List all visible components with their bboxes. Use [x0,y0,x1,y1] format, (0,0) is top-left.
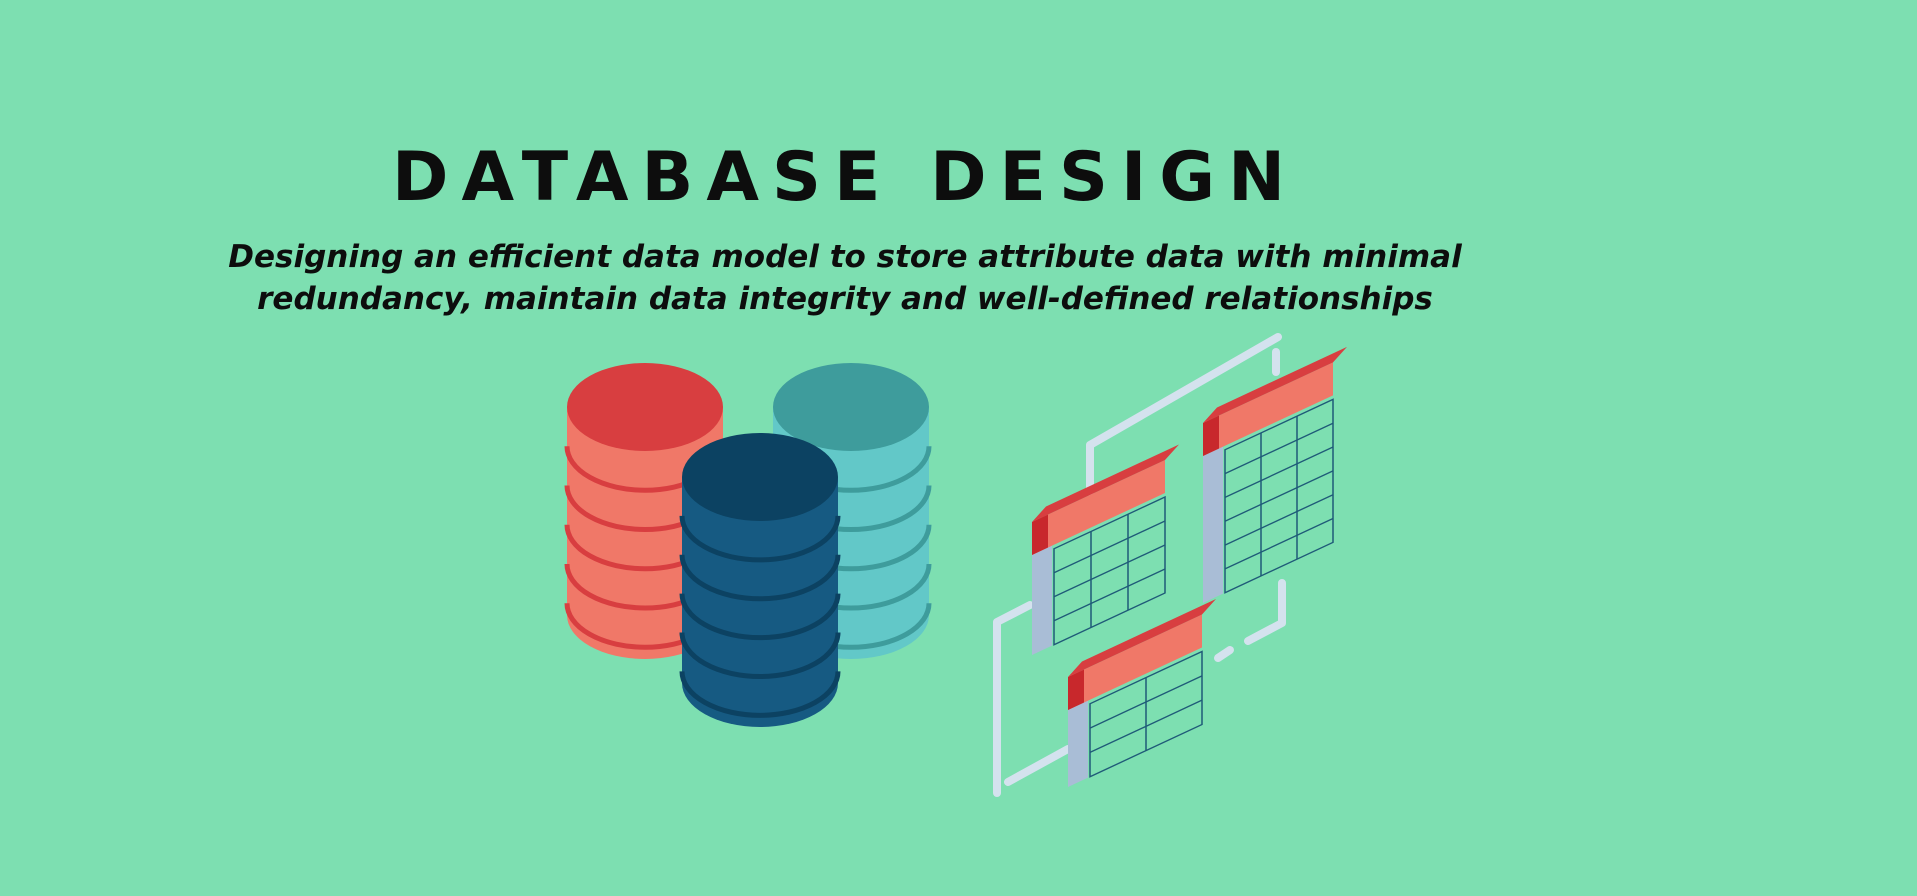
relationship-connector [1214,646,1234,662]
relationship-connector [993,601,1034,797]
database-illustration [564,333,1347,797]
relational-tables-icon [993,333,1347,797]
table-left [1032,444,1179,655]
database-cylinders-icon [564,363,932,727]
database-cylinder-blue [679,433,841,727]
relationship-connector [1004,745,1072,786]
table-right [1203,346,1347,603]
relationship-connector [1244,579,1286,645]
